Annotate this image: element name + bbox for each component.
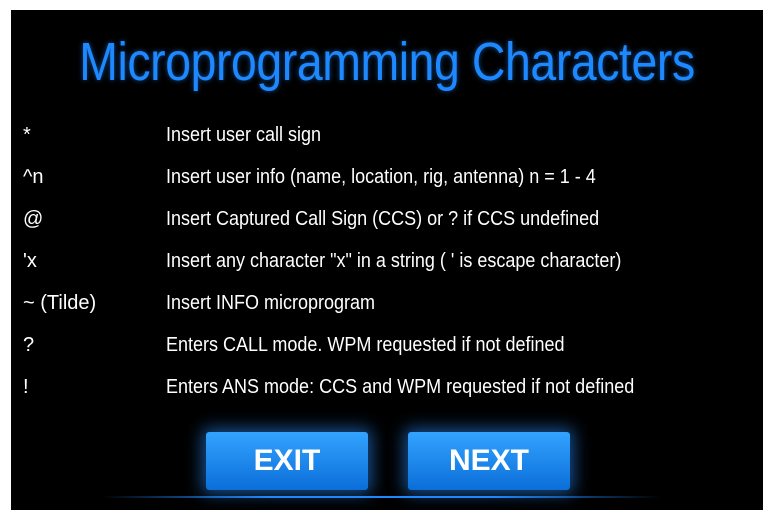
help-screen: Microprogramming Characters * Insert use…	[11, 10, 763, 510]
symbol-label: ~ (Tilde)	[23, 292, 97, 314]
symbol-label: ?	[23, 334, 35, 356]
symbol-label: ^n	[23, 166, 44, 188]
list-item: * Insert user call sign	[11, 116, 763, 156]
symbol-label: !	[23, 376, 29, 398]
symbol-label: 'x	[23, 250, 37, 272]
description-label: Enters CALL mode. WPM requested if not d…	[166, 334, 565, 356]
list-item: ^n Insert user info (name, location, rig…	[11, 158, 763, 198]
symbol-label: @	[23, 208, 44, 230]
glow-divider	[101, 496, 661, 498]
description-label: Insert INFO microprogram	[166, 292, 376, 314]
page-title: Microprogramming Characters	[79, 32, 695, 92]
list-item: @ Insert Captured Call Sign (CCS) or ? i…	[11, 200, 763, 240]
description-label: Enters ANS mode: CCS and WPM requested i…	[166, 376, 635, 398]
list-item: ~ (Tilde) Insert INFO microprogram	[11, 284, 763, 324]
next-button[interactable]: NEXT	[408, 432, 570, 490]
symbol-label: *	[23, 124, 31, 146]
list-item: ? Enters CALL mode. WPM requested if not…	[11, 326, 763, 366]
description-label: Insert any character "x" in a string ( '…	[166, 250, 622, 272]
description-label: Insert user info (name, location, rig, a…	[166, 166, 596, 188]
exit-button[interactable]: EXIT	[206, 432, 368, 490]
list-item: ! Enters ANS mode: CCS and WPM requested…	[11, 368, 763, 408]
description-label: Insert Captured Call Sign (CCS) or ? if …	[166, 208, 600, 230]
description-label: Insert user call sign	[166, 124, 322, 146]
list-item: 'x Insert any character "x" in a string …	[11, 242, 763, 282]
